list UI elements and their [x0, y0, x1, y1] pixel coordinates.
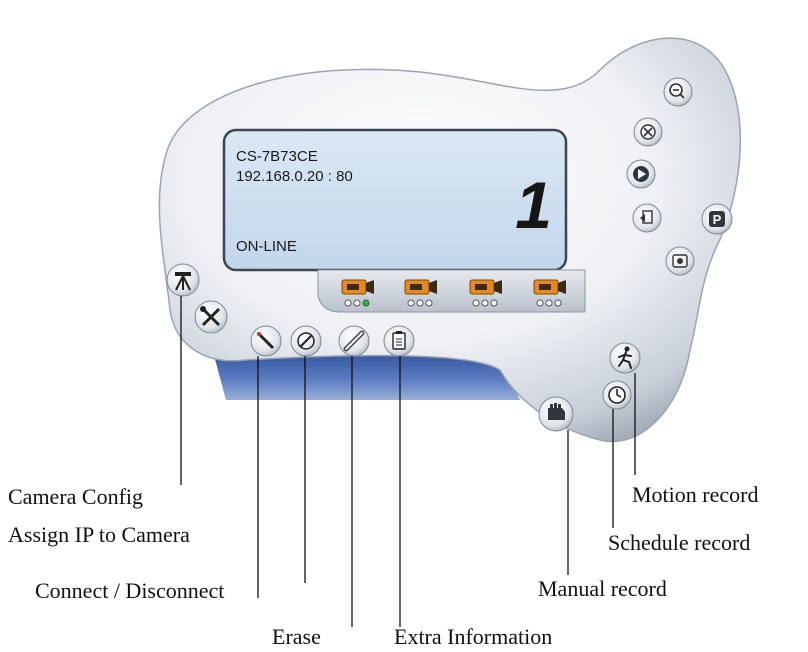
snapshot-button[interactable]: [666, 247, 694, 275]
callout-assign-ip: Assign IP to Camera: [8, 522, 190, 547]
close-button[interactable]: [634, 118, 662, 146]
callout-manual-record: Manual record: [538, 576, 667, 601]
camera-slot-2-button[interactable]: [401, 276, 441, 308]
play-button[interactable]: [627, 160, 655, 188]
callout-connect-disconnect: Connect / Disconnect: [35, 578, 225, 603]
camera-slot-3-button[interactable]: [466, 276, 506, 308]
camera-slot-1-button[interactable]: [338, 276, 378, 308]
assign-ip-button[interactable]: [251, 326, 281, 356]
erase-button[interactable]: [339, 326, 369, 356]
camera-slot-4-button[interactable]: [530, 276, 570, 308]
zoom-out-button[interactable]: [664, 78, 692, 106]
connect-disconnect-button[interactable]: [291, 326, 321, 356]
schedule-record-button[interactable]: [603, 381, 631, 409]
lcd-camera-id: CS-7B73CE: [236, 148, 318, 165]
lcd-status: ON-LINE: [236, 238, 297, 255]
tools-button[interactable]: [195, 301, 227, 333]
parking-button[interactable]: [702, 204, 732, 234]
motion-record-button[interactable]: [610, 343, 640, 373]
extra-information-button[interactable]: [384, 326, 414, 356]
callout-camera-config: Camera Config: [8, 484, 144, 509]
export-button[interactable]: [633, 204, 661, 232]
manual-record-button[interactable]: [539, 397, 573, 431]
callout-erase: Erase: [272, 624, 321, 649]
callout-extra-information: Extra Information: [394, 624, 553, 649]
lcd-address: 192.168.0.20 : 80: [236, 168, 353, 185]
callout-schedule-record: Schedule record: [608, 530, 751, 555]
lcd-channel-number: 1: [515, 168, 552, 242]
callout-motion-record: Motion record: [632, 482, 759, 507]
camera-config-button[interactable]: [167, 264, 199, 296]
